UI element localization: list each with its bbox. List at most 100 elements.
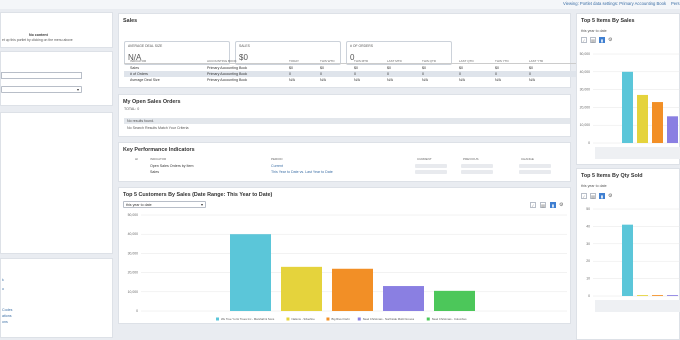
left-setup-portlet: No content et up this portlet by clickin… <box>0 12 113 48</box>
table-cell: $0 <box>459 66 463 70</box>
items-sales-title: Top 5 Items By Sales <box>581 18 635 24</box>
redacted-x-labels <box>595 147 680 159</box>
legend-label: Wu Tree Yu Gi Trees Inc - Marshall & Son… <box>221 317 275 321</box>
user-menu[interactable]: Pers <box>671 1 680 6</box>
sales-portlet: Sales AVERAGE DEAL SIZE N/A SALES $0 # OF … <box>118 13 680 88</box>
bar <box>622 224 633 296</box>
kpi-redacted-value <box>415 170 447 174</box>
no-content-hint: et up this portlet by clicking on the me… <box>2 38 73 42</box>
bar <box>434 290 475 311</box>
legend-label: Big River Debt <box>331 317 349 321</box>
bar <box>667 116 678 143</box>
kpi-period[interactable]: This Year to Date vs. Last Year to Date <box>271 170 333 174</box>
table-cell: N/A <box>289 78 295 82</box>
column-header: INDICATOR <box>150 157 167 161</box>
legend-swatch <box>426 317 430 321</box>
settings-icon[interactable]: ⚙ <box>608 193 612 199</box>
y-tick-label: 20 <box>586 259 590 263</box>
column-header: CHANGE <box>521 157 534 161</box>
area-chart-icon[interactable]: ▤ <box>590 37 596 43</box>
table-cell: Primary Accounting Book <box>207 66 248 70</box>
y-tick-label: 0 <box>588 141 590 145</box>
table-cell: Sales <box>130 66 139 70</box>
table-cell: 0 <box>495 72 497 76</box>
table-cell: N/A <box>320 78 326 82</box>
items-sales-chart: 50,000 40,000 30,000 20,000 10,000 0 <box>580 52 680 159</box>
kpi-label: # OF ORDERS <box>350 44 373 48</box>
left-link-1[interactable]: k <box>2 276 12 285</box>
column-header: ACCOUNTING BOOK <box>207 59 237 63</box>
kpi-portlet: Key Performance Indicators HI INDICATOR PE… <box>118 142 571 182</box>
sales-title: Sales <box>123 18 138 24</box>
left-link-2[interactable]: o <box>2 285 12 294</box>
bar <box>652 102 663 143</box>
legend-swatch <box>326 317 330 321</box>
kpi-period[interactable]: Current <box>271 164 283 168</box>
y-tick-label: 50 <box>586 207 590 211</box>
left-select[interactable] <box>1 86 82 93</box>
items-sales-select[interactable]: this year to date <box>581 29 607 33</box>
items-qty-chart: 50 40 30 20 10 0 <box>586 207 680 312</box>
kpi-indicator: Open Sales Orders by Item <box>150 164 194 168</box>
items-qty-select[interactable]: this year to date <box>581 184 607 188</box>
table-cell: 0 <box>387 72 389 76</box>
column-header: THIS MTD <box>354 59 369 63</box>
legend-label: Steel Christmas - Columbus <box>432 317 467 321</box>
table-cell: $0 <box>289 66 293 70</box>
settings-icon[interactable]: ⚙ <box>559 202 563 208</box>
column-header: LAST YTD <box>529 59 544 63</box>
table-cell: $0 <box>422 66 426 70</box>
kpi-label: SALES <box>239 44 250 48</box>
line-chart-icon[interactable]: ⁄ <box>530 202 536 208</box>
y-tick-label: 10,000 <box>580 123 590 127</box>
y-tick-label: 40 <box>586 224 590 228</box>
line-chart-icon[interactable]: ⁄ <box>581 37 587 43</box>
customers-date-select[interactable]: this year to date <box>123 201 206 208</box>
line-chart-icon[interactable]: ⁄ <box>581 193 587 199</box>
settings-icon[interactable]: ⚙ <box>608 37 612 43</box>
kpi-redacted-value <box>461 170 493 174</box>
y-tick-label: 30,000 <box>128 251 138 255</box>
table-cell: $0 <box>529 66 533 70</box>
orders-total: TOTAL: 0 <box>124 107 140 111</box>
bar <box>637 295 648 296</box>
area-chart-icon[interactable]: ▤ <box>590 193 596 199</box>
kpi-title: Key Performance Indicators <box>123 147 195 153</box>
kpi-redacted-value <box>519 164 551 168</box>
column-header: THIS YTD <box>495 59 509 63</box>
table-cell: $0 <box>320 66 324 70</box>
table-cell: 0 <box>459 72 461 76</box>
bar-chart-icon[interactable]: ▮ <box>599 37 605 43</box>
kpi-label: AVERAGE DEAL SIZE <box>128 44 163 48</box>
open-orders-portlet: My Open Sales Orders TOTAL: 0 No results… <box>118 94 571 137</box>
column-header: THIS WTD <box>320 59 335 63</box>
table-cell: # of Orders <box>130 72 148 76</box>
column-header: TODAY <box>289 59 300 63</box>
items-qty-title: Top 5 Items By Qty Sold <box>581 173 643 179</box>
table-cell: 0 <box>354 72 356 76</box>
bar-chart-icon[interactable]: ▮ <box>550 202 556 208</box>
legend-swatch <box>286 317 290 321</box>
table-cell: Average Deal Size <box>130 78 160 82</box>
table-cell: N/A <box>495 78 501 82</box>
legend-label: Steel Christmas - Northside Mobil Groves <box>363 317 415 321</box>
column-header: INDICATOR <box>130 59 147 63</box>
viewing-settings-link[interactable]: Viewing: Portlet data settings: Primary … <box>563 1 666 6</box>
area-chart-icon[interactable]: ▤ <box>540 202 546 208</box>
kpi-redacted-value <box>519 170 551 174</box>
bar <box>667 295 678 296</box>
table-cell: N/A <box>387 78 393 82</box>
table-cell: N/A <box>459 78 465 82</box>
y-tick-label: 40,000 <box>580 70 590 74</box>
bar-chart-icon[interactable]: ▮ <box>599 193 605 199</box>
column-header: CURRENT <box>417 157 432 161</box>
bar <box>637 94 648 143</box>
y-tick-label: 50,000 <box>128 213 138 217</box>
kpi-redacted-value <box>415 164 447 168</box>
table-cell: 0 <box>289 72 291 76</box>
redacted-x-labels <box>595 300 680 312</box>
top-bar: Viewing: Portlet data settings: Primary … <box>0 0 680 9</box>
left-text-input[interactable] <box>1 72 82 79</box>
legend-swatch <box>357 317 361 321</box>
left-blank-portlet <box>0 112 113 254</box>
